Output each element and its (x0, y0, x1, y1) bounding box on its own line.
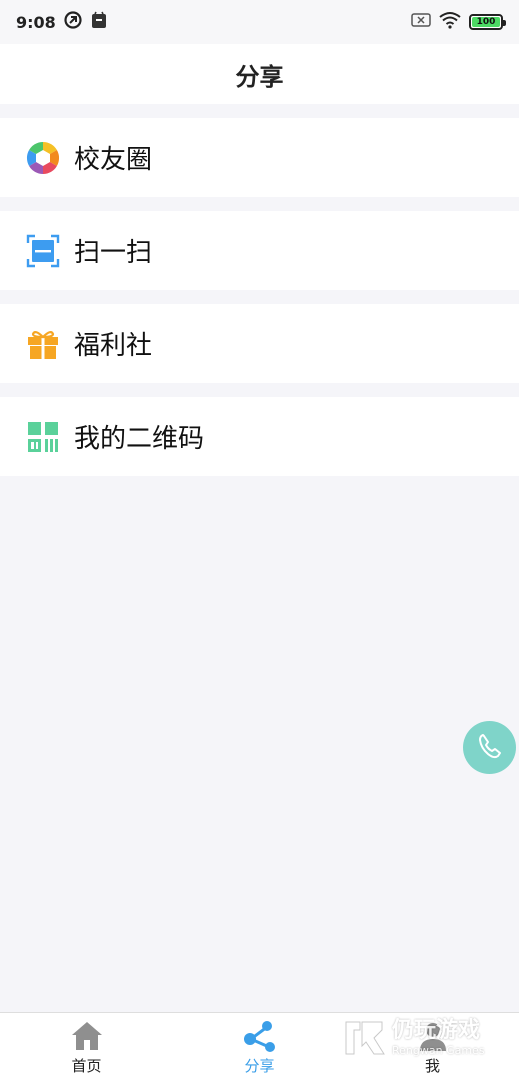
menu-item-label: 福利社 (74, 331, 153, 361)
menu-item-welfare[interactable]: 福利社 (0, 304, 519, 383)
app-notification-icon (64, 11, 82, 33)
watermark: 仍玩游戏 Rengwan Games (342, 1016, 512, 1060)
sim-off-icon (411, 12, 431, 32)
status-bar: 9:08 100 (0, 0, 519, 44)
tab-label: 分享 (244, 1057, 275, 1075)
gift-icon (26, 327, 60, 361)
page-title: 分享 (235, 62, 284, 91)
status-time: 9:08 (16, 12, 56, 32)
watermark-cn: 仍玩游戏 (392, 1018, 481, 1043)
battery-icon: 100 (469, 14, 506, 30)
menu-item-label: 扫一扫 (74, 238, 153, 268)
qrcode-icon (26, 420, 60, 454)
status-left: 9:08 (16, 11, 108, 33)
share-menu: 校友圈 扫一扫 福利社 我的二维码 (0, 118, 519, 490)
status-right: 100 (411, 11, 506, 33)
tab-home[interactable]: 首页 (0, 1013, 173, 1080)
menu-item-label: 我的二维码 (74, 424, 205, 454)
tab-share[interactable]: 分享 (173, 1013, 346, 1080)
bag-notification-icon (90, 11, 108, 33)
watermark-text: 仍玩游戏 Rengwan Games (392, 1018, 485, 1057)
share-icon (243, 1019, 277, 1053)
page-header: 分享 (0, 44, 519, 104)
battery-level: 100 (476, 17, 496, 27)
scan-icon (26, 234, 60, 268)
menu-item-label: 校友圈 (74, 145, 153, 175)
watermark-en: Rengwan Games (392, 1044, 485, 1057)
tab-label: 首页 (71, 1057, 102, 1075)
watermark-logo-icon (342, 1016, 386, 1060)
home-icon (70, 1019, 104, 1053)
menu-item-alumni-circle[interactable]: 校友圈 (0, 118, 519, 197)
wifi-icon (439, 11, 461, 33)
menu-item-my-qrcode[interactable]: 我的二维码 (0, 397, 519, 476)
call-button[interactable] (463, 721, 516, 774)
phone-icon (476, 732, 504, 764)
aperture-icon (26, 141, 60, 175)
menu-item-scan[interactable]: 扫一扫 (0, 211, 519, 290)
